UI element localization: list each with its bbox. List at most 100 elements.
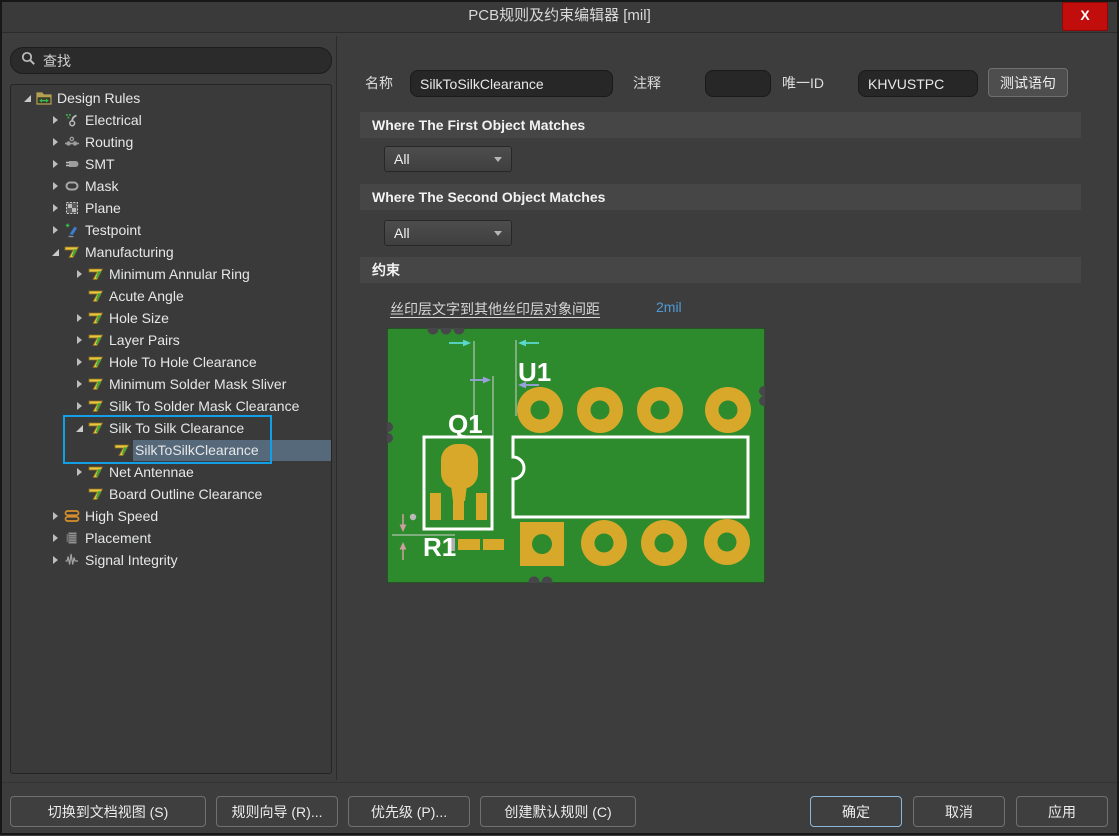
expand-arrow-icon[interactable]: [49, 226, 62, 234]
second-object-matches-header: Where The Second Object Matches: [360, 184, 1081, 210]
close-button[interactable]: X: [1062, 2, 1108, 31]
placement-icon: [64, 530, 80, 546]
tree-item-silktosilkclearance-rule[interactable]: SilkToSilkClearance: [11, 439, 331, 461]
expand-arrow-icon[interactable]: [73, 425, 86, 432]
rule-icon: [88, 310, 104, 326]
comment-input[interactable]: [705, 70, 771, 97]
rule-icon: [88, 376, 104, 392]
expand-arrow-icon[interactable]: [49, 138, 62, 146]
expand-arrow-icon[interactable]: [73, 358, 86, 366]
expand-arrow-icon[interactable]: [73, 314, 86, 322]
first-object-dropdown[interactable]: All: [384, 146, 512, 172]
smt-icon: [64, 156, 80, 172]
rule-icon: [88, 420, 104, 436]
rules-tree: Design Rules Electrical Routing SMT Mask…: [10, 84, 332, 774]
expand-arrow-icon[interactable]: [49, 116, 62, 124]
cancel-button[interactable]: 取消: [913, 796, 1005, 827]
designator-q1: Q1: [448, 409, 483, 439]
tree-item-minimum-solder-mask-sliver[interactable]: Minimum Solder Mask Sliver: [11, 373, 331, 395]
tree-item-placement[interactable]: Placement: [11, 527, 331, 549]
origin-dot: [410, 514, 416, 520]
tree-item-silk-to-silk-clearance[interactable]: Silk To Silk Clearance: [11, 417, 331, 439]
rule-icon: [88, 354, 104, 370]
constraint-label: 丝印层文字到其他丝印层对象间距: [390, 299, 600, 319]
footer-bar: 切换到文档视图 (S) 规则向导 (R)... 优先级 (P)... 创建默认规…: [0, 782, 1119, 836]
designator-u1: U1: [518, 357, 551, 387]
signal-integrity-icon: [64, 552, 80, 568]
high-speed-icon: [64, 508, 80, 524]
unique-id-input[interactable]: [858, 70, 978, 97]
rule-wizard-button[interactable]: 规则向导 (R)...: [216, 796, 338, 827]
tree-item-hole-to-hole-clearance[interactable]: Hole To Hole Clearance: [11, 351, 331, 373]
test-queries-button[interactable]: 测试语句: [988, 68, 1068, 97]
tree-item-layer-pairs[interactable]: Layer Pairs: [11, 329, 331, 351]
r1-component: [451, 538, 504, 551]
rule-icon: [88, 398, 104, 414]
chevron-down-icon: [494, 157, 502, 162]
priorities-button[interactable]: 优先级 (P)...: [348, 796, 470, 827]
tree-item-board-outline-clearance[interactable]: Board Outline Clearance: [11, 483, 331, 505]
electrical-icon: [64, 112, 80, 128]
second-object-dropdown[interactable]: All: [384, 220, 512, 246]
expand-arrow-icon[interactable]: [21, 95, 34, 102]
tree-item-smt[interactable]: SMT: [11, 153, 331, 175]
tree-item-acute-angle[interactable]: Acute Angle: [11, 285, 331, 307]
ok-button[interactable]: 确定: [810, 796, 902, 827]
dialog-title: PCB规则及约束编辑器 [mil]: [0, 0, 1119, 32]
tree-item-routing[interactable]: Routing: [11, 131, 331, 153]
expand-arrow-icon[interactable]: [73, 336, 86, 344]
tree-item-signal-integrity[interactable]: Signal Integrity: [11, 549, 331, 571]
expand-arrow-icon[interactable]: [49, 204, 62, 212]
expand-arrow-icon[interactable]: [49, 182, 62, 190]
tree-item-testpoint[interactable]: Testpoint: [11, 219, 331, 241]
search-icon: [21, 51, 36, 71]
comment-label: 注释: [633, 70, 661, 97]
routing-icon: [64, 134, 80, 150]
tree-item-manufacturing[interactable]: Manufacturing: [11, 241, 331, 263]
expand-arrow-icon[interactable]: [73, 380, 86, 388]
search-box[interactable]: 查找: [10, 47, 332, 74]
expand-arrow-icon[interactable]: [49, 160, 62, 168]
design-rules-folder-icon: [36, 90, 52, 106]
chevron-down-icon: [494, 231, 502, 236]
rule-icon: [88, 464, 104, 480]
expand-arrow-icon[interactable]: [73, 402, 86, 410]
rule-icon: [88, 486, 104, 502]
tree-item-net-antennae[interactable]: Net Antennae: [11, 461, 331, 483]
search-placeholder: 查找: [43, 51, 71, 71]
panel-divider: [336, 36, 337, 780]
tree-item-minimum-annular-ring[interactable]: Minimum Annular Ring: [11, 263, 331, 285]
tree-item-design-rules[interactable]: Design Rules: [11, 87, 331, 109]
constraint-value[interactable]: 2mil: [656, 299, 682, 315]
designator-r1: R1: [423, 532, 456, 562]
expand-arrow-icon[interactable]: [73, 468, 86, 476]
rule-icon: [64, 244, 80, 260]
tree-item-mask[interactable]: Mask: [11, 175, 331, 197]
mask-icon: [64, 178, 80, 194]
tree-item-silk-to-solder-mask-clearance[interactable]: Silk To Solder Mask Clearance: [11, 395, 331, 417]
rule-icon: [114, 442, 130, 458]
titlebar: PCB规则及约束编辑器 [mil]: [0, 0, 1119, 33]
rule-icon: [88, 288, 104, 304]
tree-item-electrical[interactable]: Electrical: [11, 109, 331, 131]
apply-button[interactable]: 应用: [1016, 796, 1108, 827]
tree-item-hole-size[interactable]: Hole Size: [11, 307, 331, 329]
expand-arrow-icon[interactable]: [49, 556, 62, 564]
create-default-rules-button[interactable]: 创建默认规则 (C): [480, 796, 636, 827]
testpoint-icon: [64, 222, 80, 238]
unique-id-label: 唯一ID: [782, 70, 824, 97]
name-label: 名称: [365, 70, 393, 97]
constraints-header: 约束: [360, 257, 1081, 283]
first-object-matches-header: Where The First Object Matches: [360, 112, 1081, 138]
pcb-preview-image: U1 Q1 R1: [387, 328, 765, 583]
expand-arrow-icon[interactable]: [49, 512, 62, 520]
expand-arrow-icon[interactable]: [49, 249, 62, 256]
tree-item-high-speed[interactable]: High Speed: [11, 505, 331, 527]
expand-arrow-icon[interactable]: [73, 270, 86, 278]
name-input[interactable]: [410, 70, 613, 97]
rule-icon: [88, 332, 104, 348]
switch-to-document-view-button[interactable]: 切换到文档视图 (S): [10, 796, 206, 827]
plane-icon: [64, 200, 80, 216]
expand-arrow-icon[interactable]: [49, 534, 62, 542]
tree-item-plane[interactable]: Plane: [11, 197, 331, 219]
